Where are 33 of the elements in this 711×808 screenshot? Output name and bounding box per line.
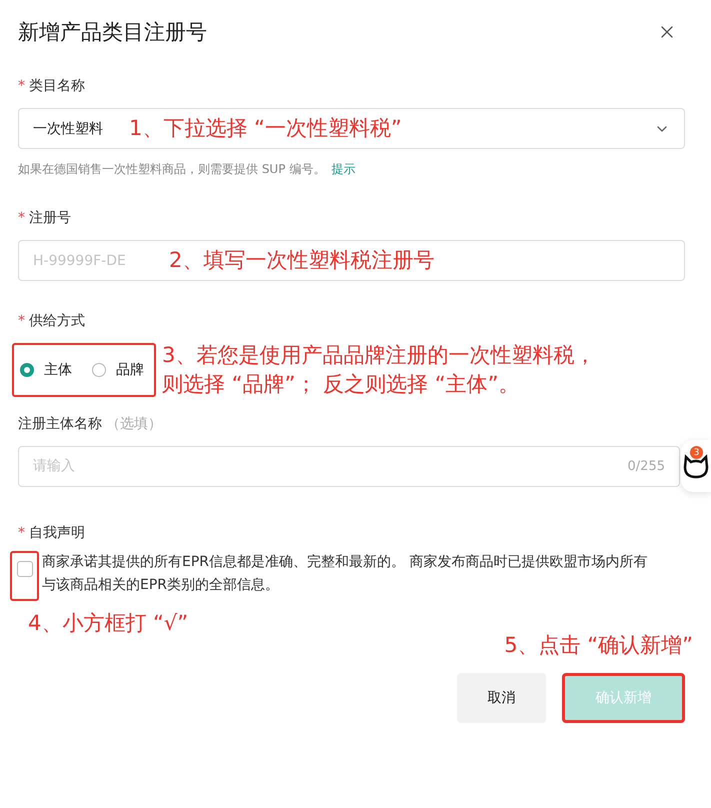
required-mark: * [18, 78, 25, 94]
required-mark: * [18, 524, 25, 541]
field-label: 供给方式 [29, 312, 85, 330]
annotation-text: 5、点击 “确认新增” [504, 632, 693, 659]
notification-badge: 3 [690, 446, 703, 459]
radio-option[interactable]: 主体 [20, 361, 72, 380]
annotation-text: 2、填写一次性塑料税注册号 [169, 246, 434, 274]
required-mark: * [18, 210, 25, 226]
text-input[interactable]: H-99999F-DE [33, 248, 153, 272]
annotation-text: 3、若您是使用产品品牌注册的一次性塑料税， [162, 342, 596, 369]
annotation-text: 则选择 “品牌”； 反之则选择 “主体”。 [162, 371, 521, 398]
hint-link[interactable]: 提示 [331, 161, 356, 178]
declaration-text: 商家承诺其提供的所有EPR信息都是准确、完整和最新的。 商家发布商品时已提供欧盟市场内所有与该商品相关的EPR类别的全部信息。 [42, 552, 648, 595]
category-select[interactable]: 一次性塑料 1、下拉选择 “一次性塑料税” [18, 108, 685, 149]
registration-field[interactable]: H-99999F-DE 2、填写一次性塑料税注册号 [18, 240, 685, 281]
field-label: 类目名称 [29, 77, 85, 95]
annotation-text: 4、小方框打 “√” [28, 610, 188, 637]
field-label: 自我声明 [29, 524, 85, 542]
declaration-checkbox[interactable] [16, 560, 32, 577]
annotation-text: 1、下拉选择 “一次性塑料税” [129, 114, 402, 142]
field-label: 注册主体名称 [18, 414, 102, 433]
radio-option[interactable]: 品牌 [92, 361, 144, 380]
character-counter: 0/255 [628, 458, 665, 474]
cancel-button[interactable]: 取消 [457, 672, 546, 723]
dialog-title: 新增产品类目注册号 [18, 19, 207, 46]
field-label: 注册号 [29, 209, 71, 227]
select-value: 一次性塑料 [33, 120, 103, 138]
hint-text: 如果在德国销售一次性塑料商品，则需要提供 SUP 编号。 [18, 161, 326, 178]
text-input[interactable]: 请输入 [33, 454, 628, 478]
helper-widget[interactable]: 3 [681, 440, 711, 492]
required-mark: * [18, 313, 25, 329]
optional-note: （选填） [106, 414, 162, 433]
entity-name-field[interactable]: 请输入 0/255 [18, 446, 680, 487]
